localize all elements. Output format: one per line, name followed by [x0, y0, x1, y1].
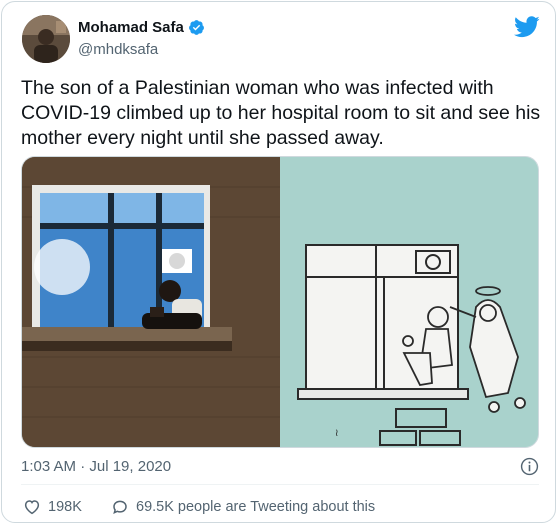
svg-text:~: ~: [332, 429, 343, 437]
tweet-media[interactable]: ~: [21, 156, 539, 448]
author-display-name[interactable]: Mohamad Safa: [78, 19, 184, 36]
cartoon-man-at-window-with-angel-mother[interactable]: ~: [280, 157, 538, 447]
twitter-bird-icon[interactable]: [514, 16, 540, 38]
tweet-card: Mohamad Safa @mhdksafa The son of a Pale…: [1, 1, 556, 523]
tweet-timestamp[interactable]: 1:03 AM · Jul 19, 2020: [21, 458, 171, 475]
heart-icon: [24, 500, 40, 515]
photo-man-on-hospital-window-ledge[interactable]: [22, 157, 280, 447]
avatar[interactable]: [22, 15, 70, 63]
tweet-text: The son of a Palestinian woman who was i…: [21, 77, 541, 149]
like-button[interactable]: 198K: [23, 498, 82, 516]
info-icon[interactable]: [520, 457, 539, 476]
separator: [21, 484, 539, 485]
verified-badge-icon: [188, 20, 204, 35]
tweeting-about-link[interactable]: 69.5K people are Tweeting about this: [111, 498, 375, 516]
like-count: 198K: [48, 499, 82, 515]
author-handle[interactable]: @mhdksafa: [78, 41, 158, 58]
author-name-row[interactable]: Mohamad Safa: [78, 19, 205, 36]
tweeting-about-text: 69.5K people are Tweeting about this: [136, 499, 376, 515]
speech-bubble-icon: [113, 500, 127, 514]
